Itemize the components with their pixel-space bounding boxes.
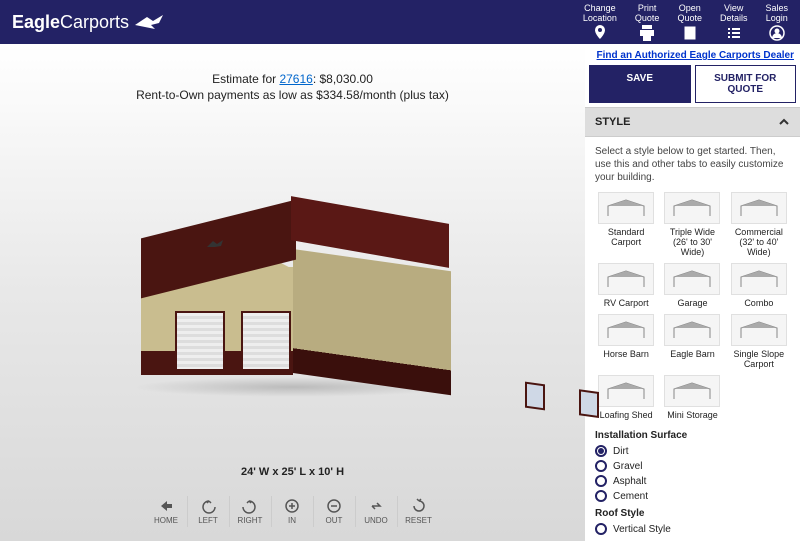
- zip-link[interactable]: 27616: [279, 72, 312, 86]
- open-icon: [682, 25, 698, 41]
- roof-eagle-icon: [205, 237, 229, 251]
- view-controls: HOMELEFTRIGHTINOUTUNDORESET: [0, 488, 585, 541]
- radio-icon: [595, 490, 607, 502]
- pin-icon: [592, 25, 608, 41]
- style-tile[interactable]: Commercial (32' to 40' Wide): [728, 192, 790, 257]
- in-button[interactable]: IN: [272, 496, 314, 527]
- style-thumb: [731, 263, 787, 295]
- undo-button[interactable]: UNDO: [356, 496, 398, 527]
- brand-bold: Eagle: [12, 12, 60, 32]
- print-icon: [639, 25, 655, 41]
- rto-line: Rent-to-Own payments as low as $334.58/m…: [0, 88, 585, 102]
- save-button[interactable]: SAVE: [589, 65, 691, 103]
- chevron-up-icon: [778, 116, 790, 128]
- style-tile[interactable]: Single Slope Carport: [728, 314, 790, 369]
- radio-dirt[interactable]: Dirt: [595, 445, 790, 457]
- list-icon: [726, 25, 742, 41]
- style-thumb: [598, 375, 654, 407]
- in-icon: [284, 498, 300, 514]
- home-icon: [158, 498, 174, 514]
- style-thumb: [598, 263, 654, 295]
- style-thumb: [664, 263, 720, 295]
- dimensions-label: 24' W x 25' L x 10' H: [0, 466, 585, 478]
- style-thumb: [664, 314, 720, 346]
- style-tile[interactable]: Garage: [661, 263, 723, 308]
- right-button[interactable]: RIGHT: [230, 496, 272, 527]
- style-tile[interactable]: Loafing Shed: [595, 375, 657, 420]
- brand-logo: EagleCarports: [12, 11, 167, 33]
- out-icon: [326, 498, 342, 514]
- radio-vertical-style[interactable]: Vertical Style: [595, 523, 790, 535]
- radio-icon: [595, 445, 607, 457]
- style-thumb: [664, 192, 720, 224]
- out-button[interactable]: OUT: [314, 496, 356, 527]
- radio-asphalt[interactable]: Asphalt: [595, 475, 790, 487]
- eagle-icon: [133, 11, 167, 33]
- radio-icon: [595, 460, 607, 472]
- home-button[interactable]: HOME: [146, 496, 188, 527]
- header-user-button[interactable]: SalesLogin: [765, 3, 788, 41]
- header-pin-button[interactable]: ChangeLocation: [583, 3, 617, 41]
- reset-icon: [411, 498, 427, 514]
- style-tile[interactable]: Triple Wide (26' to 30' Wide): [661, 192, 723, 257]
- style-tile[interactable]: Mini Storage: [661, 375, 723, 420]
- radio-cement[interactable]: Cement: [595, 490, 790, 502]
- style-tile[interactable]: Eagle Barn: [661, 314, 723, 369]
- style-thumb: [731, 314, 787, 346]
- header-actions: ChangeLocation PrintQuote OpenQuote ViewDet…: [583, 3, 788, 41]
- style-tile[interactable]: RV Carport: [595, 263, 657, 308]
- style-thumb: [664, 375, 720, 407]
- style-grid: Standard CarportTriple Wide (26' to 30' …: [595, 192, 790, 420]
- radio-icon: [595, 475, 607, 487]
- style-thumb: [598, 314, 654, 346]
- style-accordion-header[interactable]: STYLE: [585, 107, 800, 137]
- surface-heading: Installation Surface: [595, 430, 790, 441]
- style-hint: Select a style below to get started. The…: [595, 145, 790, 184]
- header-print-button[interactable]: PrintQuote: [635, 3, 660, 41]
- header-open-button[interactable]: OpenQuote: [677, 3, 702, 41]
- app-header: EagleCarports ChangeLocation PrintQuote Op…: [0, 0, 800, 44]
- user-icon: [769, 25, 785, 41]
- dealer-link[interactable]: Find an Authorized Eagle Carports Dealer: [597, 50, 794, 61]
- undo-icon: [368, 498, 384, 514]
- style-thumb: [598, 192, 654, 224]
- left-icon: [200, 498, 216, 514]
- 3d-render[interactable]: [0, 102, 585, 466]
- submit-quote-button[interactable]: SUBMIT FOR QUOTE: [695, 65, 797, 103]
- style-tile[interactable]: Horse Barn: [595, 314, 657, 369]
- viewer-pane: Estimate for 27616: $8,030.00 Rent-to-Ow…: [0, 44, 585, 541]
- estimate-line: Estimate for 27616: $8,030.00: [0, 72, 585, 86]
- style-tile[interactable]: Combo: [728, 263, 790, 308]
- radio-icon: [595, 523, 607, 535]
- header-list-button[interactable]: ViewDetails: [720, 3, 748, 41]
- left-button[interactable]: LEFT: [188, 496, 230, 527]
- config-panel: Find an Authorized Eagle Carports Dealer…: [585, 44, 800, 541]
- style-thumb: [731, 192, 787, 224]
- reset-button[interactable]: RESET: [398, 496, 440, 527]
- roof-heading: Roof Style: [595, 508, 790, 519]
- style-tile[interactable]: Standard Carport: [595, 192, 657, 257]
- brand-rest: Carports: [60, 12, 129, 32]
- radio-gravel[interactable]: Gravel: [595, 460, 790, 472]
- right-icon: [242, 498, 258, 514]
